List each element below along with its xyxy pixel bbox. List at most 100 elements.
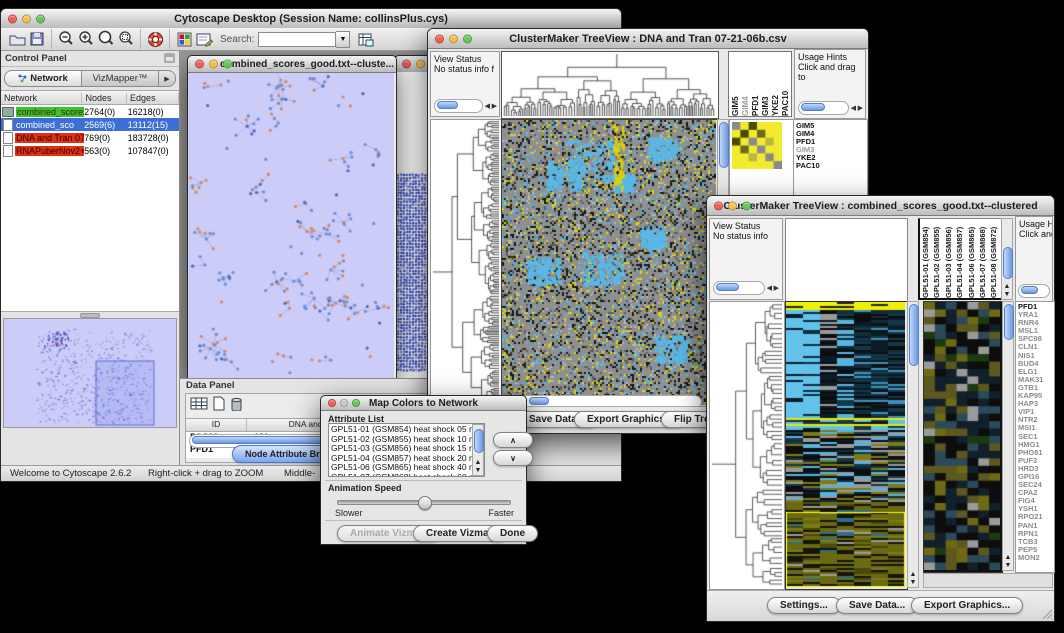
close-button[interactable]: [195, 60, 204, 69]
close-button[interactable]: [714, 201, 723, 210]
tv1-view-status-label: View Status: [431, 52, 499, 64]
tv1-gene-list: GIM5GIM4PFD1GIM3YKE2PAC10: [796, 122, 820, 171]
new-attribute-icon[interactable]: [212, 396, 226, 416]
network-list-item[interactable]: RNAPuberNov2+563(0)107847(0): [1, 144, 179, 157]
tv2-collabels-vscrollbar[interactable]: ▲▼: [1001, 218, 1013, 300]
minimize-button[interactable]: [209, 60, 218, 69]
zoom-selected-icon[interactable]: [116, 29, 136, 49]
minimize-button[interactable]: [340, 399, 348, 407]
zoom-button[interactable]: [36, 14, 45, 23]
faster-label: Faster: [488, 508, 514, 518]
close-button[interactable]: [328, 399, 336, 407]
minimize-button[interactable]: [728, 201, 737, 210]
zoom-button[interactable]: [352, 399, 360, 407]
save-icon[interactable]: [27, 29, 47, 49]
zoom-fit-icon[interactable]: [96, 29, 116, 49]
close-button[interactable]: [8, 14, 17, 23]
zoom-button[interactable]: [463, 34, 472, 43]
close-button[interactable]: [402, 60, 411, 69]
column-header[interactable]: Network: [1, 93, 82, 103]
treeview2-window: ClusterMaker TreeView : combined_scores_…: [706, 195, 1055, 622]
animation-speed-slider[interactable]: [337, 500, 511, 505]
zoom-button[interactable]: [223, 60, 232, 69]
delete-attribute-icon[interactable]: [230, 396, 243, 416]
attribute-browser-icon[interactable]: [356, 29, 376, 49]
tv1-selection-thumbnail[interactable]: [732, 122, 782, 169]
minimize-button[interactable]: [449, 34, 458, 43]
status-hint-zoom: Right-click + drag to ZOOM: [148, 468, 263, 479]
minimize-button[interactable]: [416, 60, 425, 69]
tv2-column-dendrogram[interactable]: [785, 218, 908, 302]
table-mode-icon[interactable]: [190, 396, 208, 416]
treeview1-title-bar[interactable]: ClusterMaker TreeView : DNA and Tran 07-…: [428, 29, 868, 49]
vizmapper-grid-icon[interactable]: [174, 29, 194, 49]
birds-eye-view[interactable]: [3, 318, 177, 428]
treeview2-title-bar[interactable]: ClusterMaker TreeView : combined_scores_…: [707, 196, 1054, 216]
attribute-list-item[interactable]: GPL51-07 (GSM868) heat shock 60 min: [331, 473, 482, 478]
zoom-button[interactable]: [742, 201, 751, 210]
tv2-usage-scrollbar[interactable]: [1018, 284, 1050, 298]
tv2-zoom-heatmap[interactable]: [923, 301, 1003, 573]
tv1-usage-scrollbar[interactable]: [798, 101, 849, 115]
open-file-icon[interactable]: [7, 29, 27, 49]
tv1-column-dendrogram[interactable]: [501, 51, 719, 119]
tv2-row-dendrogram[interactable]: [709, 301, 785, 590]
treeview1-title: ClusterMaker TreeView : DNA and Tran 07-…: [509, 33, 787, 45]
main-title-bar[interactable]: Cytoscape Desktop (Session Name: collins…: [1, 9, 621, 29]
tv2-heatmap[interactable]: [785, 301, 908, 590]
tv2-column-label: GPL51-04 (GSM857): [955, 220, 966, 298]
search-dropdown-icon[interactable]: ▼: [336, 31, 350, 48]
folder-icon: [2, 107, 14, 117]
column-header[interactable]: Edges: [127, 93, 179, 103]
tv2-status-scrollbar[interactable]: [713, 281, 765, 295]
control-panel: Control Panel Network VizMapper™ ▶ Netwo…: [1, 51, 180, 466]
tv1-column-labels: GIM5GIM4PFD1GIM3YKE2PAC10: [728, 51, 792, 117]
window-controls: [8, 14, 45, 23]
tab-more-arrow[interactable]: ▶: [159, 70, 176, 87]
tv2-zoom-vscrollbar[interactable]: ▲▼: [1002, 301, 1014, 571]
attribute-listbox[interactable]: GPL51-01 (GSM854) heat shock 05 minGPL51…: [328, 423, 485, 477]
tv1-usage-hints-label: Usage Hints: [795, 50, 865, 62]
annotation-icon[interactable]: [194, 29, 214, 49]
document-icon: [3, 132, 13, 144]
tv2-export-graphics-button[interactable]: Export Graphics...: [911, 597, 1023, 614]
search-input[interactable]: [258, 32, 336, 47]
network-window-title-bar[interactable]: combined_scores_good.txt--cluste...: [188, 56, 396, 73]
tv1-gene-label: PAC10: [796, 162, 820, 170]
column-header[interactable]: ID: [186, 419, 247, 431]
attribute-list-vscrollbar[interactable]: ▲▼: [472, 424, 484, 476]
network-canvas[interactable]: [188, 73, 394, 378]
network-list-item[interactable]: DNA and Tran 07769(0)183728(0): [1, 131, 179, 144]
tv1-usage-hints-panel: Usage Hints Click and drag to ◀ ▶: [794, 49, 866, 119]
toolbar-separator: [51, 29, 52, 49]
close-button[interactable]: [435, 34, 444, 43]
tab-vizmapper[interactable]: VizMapper™: [82, 70, 159, 87]
network-list-item[interactable]: combined_scores2764(0)16218(0): [1, 105, 179, 118]
column-header[interactable]: Nodes: [82, 93, 127, 103]
tv2-button-bar: Settings... Save Data... Export Graphics…: [707, 590, 1054, 621]
minimize-button[interactable]: [22, 14, 31, 23]
tv2-save-data-button[interactable]: Save Data...: [836, 597, 918, 614]
tv2-column-label: GPL51-02 (GSM855): [932, 220, 943, 298]
resize-grip-icon[interactable]: [1041, 608, 1053, 620]
network-list-item[interactable]: combined_sco2569(6)13112(15): [1, 118, 179, 131]
tv1-heatmap[interactable]: [501, 119, 719, 408]
zoom-out-icon[interactable]: [56, 29, 76, 49]
move-up-button[interactable]: ∧: [493, 432, 533, 448]
tv2-view-status-panel: View Status No status info ◀ ▶: [709, 218, 783, 300]
map-dialog-title-bar[interactable]: Map Colors to Network: [321, 396, 526, 411]
done-button[interactable]: Done: [487, 525, 538, 542]
tv2-settings-button[interactable]: Settings...: [767, 597, 841, 614]
tab-network[interactable]: Network: [4, 70, 82, 87]
treeview2-title: ClusterMaker TreeView : combined_scores_…: [723, 200, 1037, 212]
float-panel-icon[interactable]: [164, 50, 175, 68]
animation-speed-label: Animation Speed: [328, 483, 402, 493]
tv2-heatmap-vscrollbar[interactable]: ▲▼: [907, 301, 919, 588]
tv1-status-scrollbar[interactable]: [434, 99, 483, 113]
zoom-in-icon[interactable]: [76, 29, 96, 49]
tv1-row-dendrogram[interactable]: [430, 119, 502, 408]
help-lifering-icon[interactable]: [145, 29, 165, 49]
document-icon: [3, 119, 13, 131]
slider-thumb[interactable]: [418, 496, 432, 510]
move-down-button[interactable]: ∨: [493, 450, 533, 466]
